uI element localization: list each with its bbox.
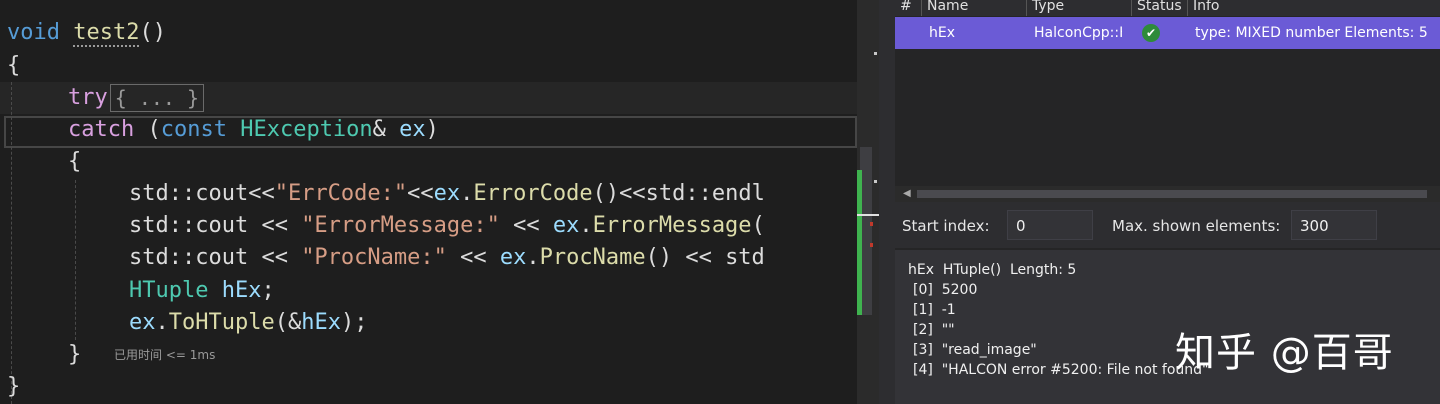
grid-header: # Name Type Status Info	[895, 0, 1440, 16]
code-line-catch[interactable]: catch (const HException& ex)	[68, 114, 439, 146]
variable-inspector-panel: # Name Type Status Info hEx HalconCpp::H…	[895, 0, 1440, 404]
code-editor[interactable]: void test2() { try{ ... } catch (const H…	[0, 0, 857, 404]
start-index-input[interactable]: 0	[1007, 210, 1093, 240]
table-row[interactable]: hEx HalconCpp::H ✔ type: MIXED number El…	[895, 17, 1440, 49]
tuple-details-view[interactable]: hEx HTuple() Length: 5 [0] 5200 [1] -1 […	[895, 250, 1440, 404]
list-item: [0] 5200	[913, 282, 978, 298]
watermark: 知乎 @百哥	[1175, 330, 1394, 376]
grid-horizontal-scrollbar[interactable]: ◀	[895, 186, 1440, 202]
panel-splitter[interactable]	[879, 0, 895, 404]
code-line-inner-close[interactable]: }	[68, 339, 81, 371]
start-index-label: Start index:	[902, 217, 990, 235]
check-circle-icon: ✔	[1142, 24, 1160, 42]
code-line-try[interactable]: try{ ... }	[68, 82, 205, 114]
code-line-errmsg[interactable]: std::cout << "ErrorMessage:" << ex.Error…	[129, 210, 765, 242]
row-name: hEx	[929, 25, 956, 41]
scroll-marker	[874, 52, 877, 55]
scroll-left-arrow-icon[interactable]: ◀	[903, 188, 911, 199]
column-header-status[interactable]: Status	[1131, 0, 1187, 16]
change-indicator-bar	[857, 170, 862, 315]
list-item: [2] ""	[913, 322, 955, 338]
code-line-htuple-decl[interactable]: HTuple hEx;	[129, 275, 275, 307]
error-marker	[870, 222, 873, 226]
indent-guide	[75, 180, 76, 340]
code-line-signature[interactable]: void test2()	[7, 17, 166, 49]
max-elements-input[interactable]: 300	[1291, 210, 1377, 240]
paging-controls: Start index: 0 Max. shown elements: 300	[895, 202, 1440, 248]
tuple-header: hEx HTuple() Length: 5	[908, 262, 1077, 278]
error-marker	[870, 243, 873, 247]
column-header-info[interactable]: Info	[1187, 0, 1433, 16]
list-item: [3] "read_image"	[913, 342, 1037, 358]
code-line-procname[interactable]: std::cout << "ProcName:" << ex.ProcName(…	[129, 242, 765, 274]
scrollbar-thumb[interactable]	[917, 190, 1427, 198]
row-info: type: MIXED number Elements: 5	[1195, 25, 1428, 41]
list-item: [1] -1	[913, 302, 956, 318]
code-line-tohtuple[interactable]: ex.ToHTuple(&hEx);	[129, 307, 367, 339]
column-header-index[interactable]: #	[895, 0, 920, 16]
code-line-close-brace[interactable]: }	[7, 371, 20, 403]
grid-empty-area	[895, 49, 1440, 186]
column-header-type[interactable]: Type	[1026, 0, 1130, 16]
function-name[interactable]: test2	[73, 20, 140, 47]
max-elements-label: Max. shown elements:	[1112, 217, 1281, 235]
column-header-name[interactable]: Name	[921, 0, 1021, 16]
list-item: [4] "HALCON error #5200: File not found"	[913, 362, 1209, 378]
row-type: HalconCpp::H	[1034, 25, 1122, 41]
code-line-open-brace[interactable]: {	[7, 50, 20, 82]
indent-guide	[11, 82, 12, 404]
code-line-errcode[interactable]: std::cout<<"ErrCode:"<<ex.ErrorCode()<<s…	[129, 178, 765, 210]
collapsed-block-button[interactable]: { ... }	[109, 84, 205, 112]
scroll-marker	[874, 180, 877, 183]
scrollbar-caret-position	[857, 214, 879, 216]
elapsed-time-hint: 已用时间 <= 1ms	[114, 348, 216, 362]
code-line-inner-open[interactable]: {	[68, 146, 81, 178]
editor-vertical-scrollbar[interactable]	[857, 0, 879, 404]
